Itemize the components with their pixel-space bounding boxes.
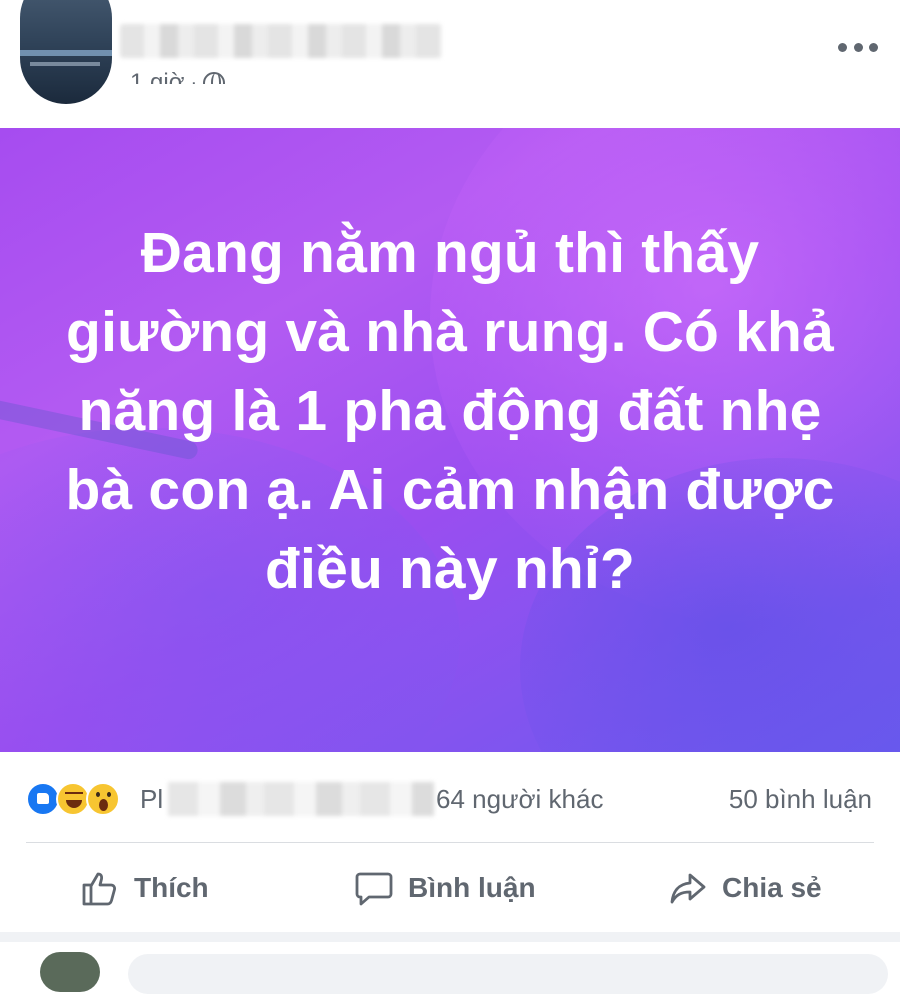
status-text: Đang nằm ngủ thì thấy giường và nhà rung… (65, 221, 835, 601)
more-icon[interactable] (838, 32, 878, 62)
status-background-card: Đang nằm ngủ thì thấy giường và nhà rung… (0, 128, 900, 752)
likers-names-redacted (168, 782, 434, 816)
comment-input[interactable] (128, 954, 888, 994)
like-button[interactable]: Thích (80, 868, 209, 908)
post-meta: 1 giờ · (130, 68, 226, 94)
thumbs-up-icon (80, 868, 120, 908)
more-dot (838, 42, 847, 52)
reaction-icons[interactable] (26, 782, 120, 816)
likers-prefix[interactable]: Pl (140, 784, 163, 815)
commenter-avatar[interactable] (40, 952, 100, 992)
comment-label: Bình luận (408, 872, 536, 903)
reaction-summary: Pl 64 người khác 50 bình luận (0, 752, 900, 844)
comment-button[interactable]: Bình luận (354, 868, 536, 908)
post-time[interactable]: 1 giờ (130, 69, 184, 84)
divider (26, 842, 874, 843)
globe-icon[interactable] (203, 72, 226, 84)
more-dot (869, 42, 878, 52)
section-divider (0, 932, 900, 942)
author-name-redacted[interactable] (120, 24, 442, 58)
comment-icon (354, 868, 394, 908)
haha-icon (56, 782, 90, 816)
others-count[interactable]: 64 người khác (436, 784, 603, 815)
meta-separator: · (190, 71, 198, 94)
avatar-detail (20, 50, 112, 56)
like-icon (26, 782, 60, 816)
action-bar: Thích Bình luận Chia sẻ (0, 844, 900, 930)
avatar-detail (30, 62, 100, 66)
author-avatar[interactable] (20, 0, 112, 104)
share-arrow-icon (668, 868, 708, 908)
more-dot (853, 42, 863, 52)
comments-count[interactable]: 50 bình luận (729, 784, 872, 815)
wow-icon (86, 782, 120, 816)
post-header: 1 giờ · (0, 0, 900, 128)
share-button[interactable]: Chia sẻ (668, 868, 822, 908)
like-label: Thích (134, 872, 209, 903)
share-label: Chia sẻ (722, 872, 822, 903)
